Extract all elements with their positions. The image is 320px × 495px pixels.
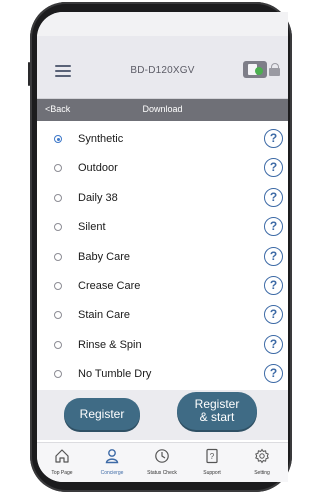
page-title: Download bbox=[142, 104, 183, 114]
register-start-button[interactable]: Register & start bbox=[177, 392, 257, 430]
app-screen: BD-D120XGV <Back Download Synthetic ? Ou… bbox=[37, 12, 288, 482]
program-label: Rinse & Spin bbox=[78, 338, 142, 351]
tab-label: Top Page bbox=[51, 470, 73, 476]
program-row-baby-care[interactable]: Baby Care ? bbox=[37, 243, 288, 272]
tab-top-page[interactable]: Top Page bbox=[37, 443, 87, 482]
tab-label: Status Check bbox=[147, 470, 177, 476]
gear-icon bbox=[255, 448, 269, 464]
program-label: Silent bbox=[78, 221, 106, 234]
action-bar: Register Register & start bbox=[37, 390, 288, 440]
radio-button[interactable] bbox=[54, 135, 62, 143]
help-icon[interactable]: ? bbox=[264, 187, 283, 207]
radio-button[interactable] bbox=[54, 164, 62, 173]
help-icon[interactable]: ? bbox=[264, 129, 283, 148]
radio-button[interactable] bbox=[54, 370, 62, 379]
help-icon[interactable]: ? bbox=[264, 305, 283, 325]
radio-button[interactable] bbox=[54, 193, 62, 202]
program-row-rinse-spin[interactable]: Rinse & Spin ? bbox=[37, 331, 288, 360]
program-row-crease-care[interactable]: Crease Care ? bbox=[37, 272, 288, 301]
radio-button[interactable] bbox=[54, 223, 62, 232]
home-icon bbox=[55, 449, 69, 463]
radio-button[interactable] bbox=[54, 340, 62, 349]
register-button[interactable]: Register bbox=[64, 398, 140, 430]
program-row-no-tumble-dry[interactable]: No Tumble Dry ? bbox=[37, 360, 288, 389]
tab-label: Setting bbox=[254, 470, 270, 476]
radio-button[interactable] bbox=[54, 281, 62, 290]
help-icon[interactable]: ? bbox=[264, 217, 283, 237]
help-icon[interactable]: ? bbox=[264, 275, 283, 295]
program-label: Baby Care bbox=[78, 250, 130, 263]
tab-label: Support bbox=[203, 470, 221, 476]
radio-button[interactable] bbox=[54, 252, 62, 261]
download-icon[interactable] bbox=[243, 61, 267, 78]
program-label: No Tumble Dry bbox=[78, 368, 152, 381]
program-label: Synthetic bbox=[78, 133, 124, 145]
tab-label: Concierge bbox=[100, 470, 124, 476]
program-row-stain-care[interactable]: Stain Care ? bbox=[37, 301, 288, 330]
tab-concierge[interactable]: Concierge bbox=[87, 443, 137, 482]
radio-button[interactable] bbox=[54, 311, 62, 320]
tab-status-check[interactable]: Status Check bbox=[137, 443, 187, 482]
support-icon: ? bbox=[206, 448, 218, 464]
title-bar: BD-D120XGV bbox=[37, 36, 288, 99]
program-row-synthetic[interactable]: Synthetic ? bbox=[37, 125, 288, 154]
program-list: Synthetic ? Outdoor ? Daily 38 ? Silent … bbox=[37, 125, 288, 390]
help-icon[interactable]: ? bbox=[264, 158, 283, 178]
help-icon[interactable]: ? bbox=[264, 246, 283, 266]
nav-bar: <Back Download bbox=[37, 99, 288, 121]
program-row-daily-38[interactable]: Daily 38 ? bbox=[37, 184, 288, 213]
person-icon bbox=[105, 449, 119, 464]
program-label: Stain Care bbox=[78, 309, 130, 322]
status-icon bbox=[155, 449, 169, 463]
tab-bar: Top Page Concierge Status Check ? Suppor… bbox=[37, 442, 288, 482]
lock-icon[interactable] bbox=[269, 63, 280, 76]
program-row-silent[interactable]: Silent ? bbox=[37, 213, 288, 242]
tab-setting[interactable]: Setting bbox=[237, 443, 287, 482]
svg-text:?: ? bbox=[210, 452, 215, 461]
program-row-outdoor[interactable]: Outdoor ? bbox=[37, 154, 288, 183]
program-label: Crease Care bbox=[78, 279, 141, 292]
help-icon[interactable]: ? bbox=[264, 364, 283, 384]
status-bar bbox=[37, 12, 288, 36]
help-icon[interactable]: ? bbox=[264, 334, 283, 354]
phone-side-button bbox=[28, 62, 30, 86]
tab-support[interactable]: ? Support bbox=[187, 443, 237, 482]
program-label: Outdoor bbox=[78, 162, 118, 175]
program-label: Daily 38 bbox=[78, 191, 118, 204]
